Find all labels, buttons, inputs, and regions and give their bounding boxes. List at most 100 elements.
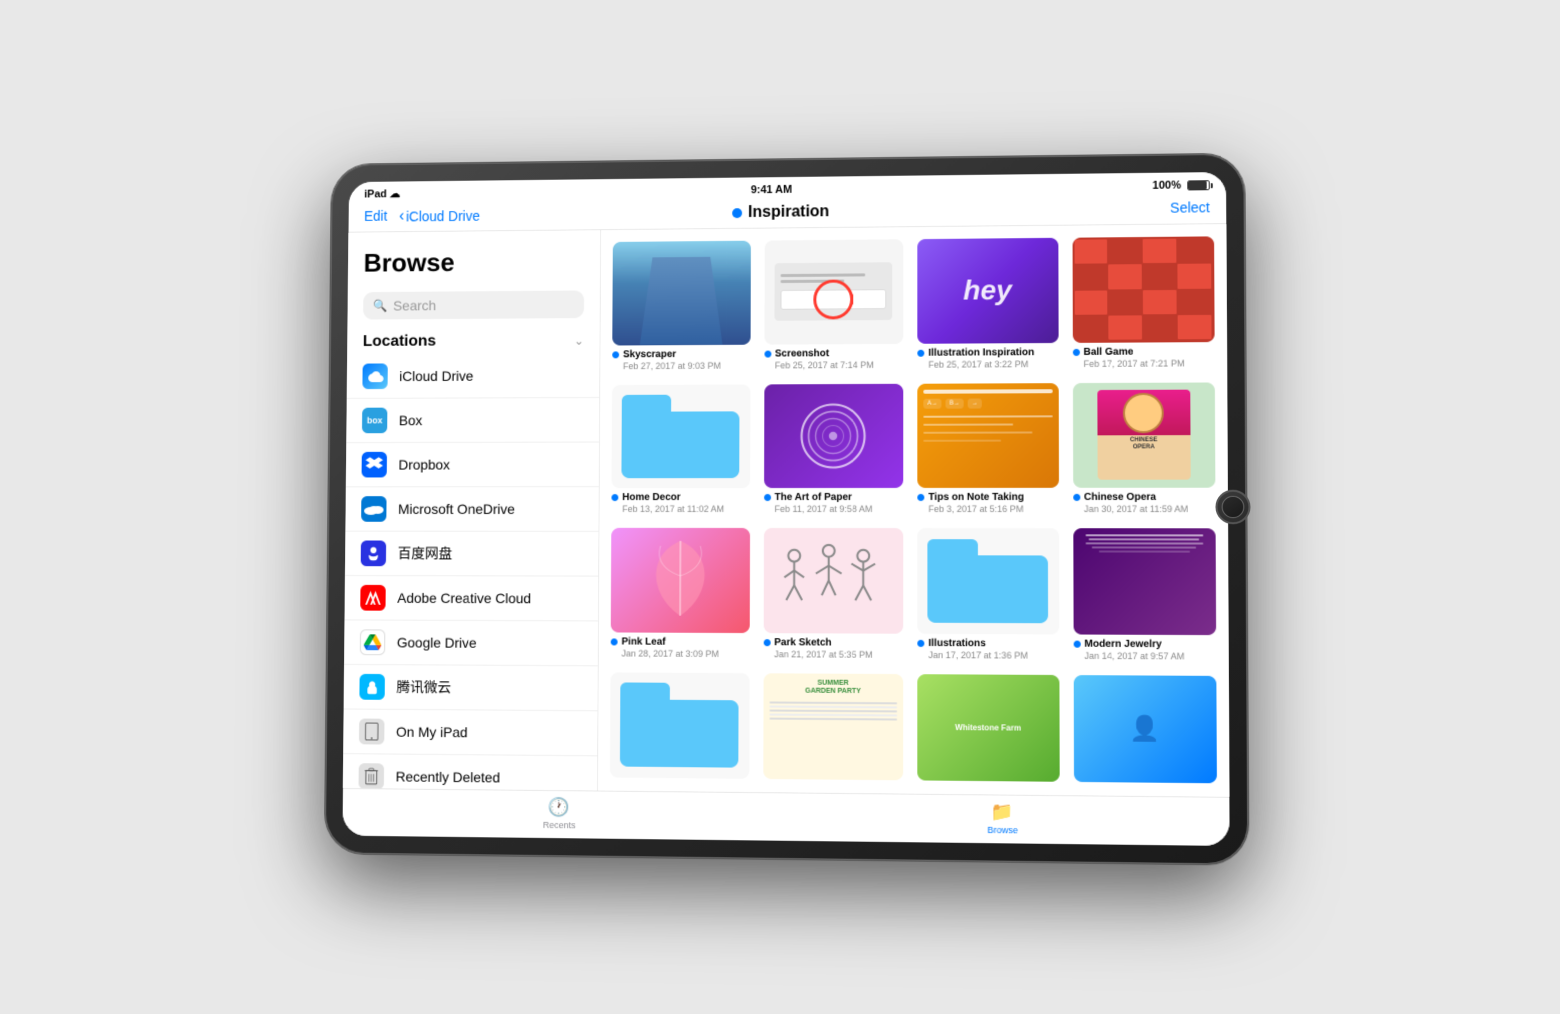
file-thumb-whitestone: Whitestone Farm: [917, 674, 1059, 781]
nav-left: Edit ‹ iCloud Drive: [364, 207, 480, 226]
file-dot: [763, 639, 770, 646]
sidebar-item-adobe[interactable]: Adobe Creative Cloud: [345, 576, 599, 621]
file-name: Modern Jewelry: [1084, 638, 1161, 650]
file-thumb-pinkleaf: [611, 528, 750, 633]
file-dot: [611, 494, 618, 501]
locations-header: Locations ⌄: [347, 324, 599, 355]
file-thumb-illustration: hey: [917, 238, 1058, 344]
file-thumb-skyscraper: [612, 241, 750, 345]
file-date: Feb 13, 2017 at 11:02 AM: [611, 504, 724, 514]
sidebar-box-label: Box: [399, 412, 423, 428]
file-thumb-chineseopera: CHINESEOPERA: [1072, 382, 1215, 488]
file-date: Feb 17, 2017 at 7:21 PM: [1072, 358, 1184, 369]
file-date: Feb 25, 2017 at 3:22 PM: [917, 359, 1028, 370]
tab-browse[interactable]: 📁 Browse: [779, 799, 1229, 837]
sidebar: Browse 🔍 Search Locations ⌄ iCloud Driv: [343, 230, 601, 790]
file-dot: [611, 638, 618, 645]
file-grid: Skyscraper Feb 27, 2017 at 9:03 PM: [610, 236, 1217, 788]
file-item-illustrations[interactable]: Illustrations Jan 17, 2017 at 1:36 PM: [917, 528, 1059, 660]
file-name: Chinese Opera: [1084, 492, 1156, 503]
file-date: Jan 28, 2017 at 3:09 PM: [611, 648, 719, 659]
sidebar-item-gdrive[interactable]: Google Drive: [344, 620, 598, 666]
file-dot: [917, 494, 924, 501]
search-bar[interactable]: 🔍 Search: [363, 290, 584, 319]
file-date: Feb 25, 2017 at 7:14 PM: [764, 360, 874, 371]
sidebar-item-icloud[interactable]: iCloud Drive: [347, 353, 600, 398]
sidebar-tencent-label: 腾讯微云: [396, 677, 451, 697]
status-time: 9:41 AM: [751, 183, 792, 195]
file-thumb-homedecor: [612, 384, 750, 488]
file-item-chineseopera[interactable]: CHINESEOPERA Chinese Opera Jan 30, 2017 …: [1072, 382, 1215, 514]
recents-icon: 🕐: [548, 797, 570, 818]
file-name: Park Sketch: [774, 637, 831, 648]
tab-recents[interactable]: 🕐 Recents: [343, 795, 780, 833]
home-button[interactable]: [1215, 490, 1250, 525]
status-right: 100%: [1152, 179, 1209, 192]
file-item-tips[interactable]: A→ B→ → T: [917, 383, 1058, 515]
file-dot: [612, 351, 619, 358]
file-thumb-ballgame: [1072, 236, 1215, 342]
file-item-whitestone[interactable]: Whitestone Farm: [917, 674, 1059, 786]
file-item-illustration[interactable]: hey Illustration Inspiration Feb 25, 201…: [917, 238, 1058, 370]
file-dot: [764, 494, 771, 501]
file-item-screenshot[interactable]: Screenshot Feb 25, 2017 at 7:14 PM: [764, 239, 903, 370]
ipad-screen: iPad ☁ 9:41 AM 100% Edit ‹ iCloud Drive: [342, 172, 1229, 846]
sidebar-gdrive-label: Google Drive: [397, 634, 477, 650]
sidebar-item-baidu[interactable]: 百度网盘: [345, 532, 598, 577]
back-chevron: ‹: [399, 208, 404, 226]
nav-right: Select: [1088, 199, 1210, 218]
edit-button[interactable]: Edit: [364, 208, 387, 226]
locations-label: Locations: [363, 333, 436, 351]
file-dot: [764, 350, 771, 357]
tencent-icon: [359, 674, 385, 700]
sidebar-dropbox-label: Dropbox: [398, 457, 450, 473]
file-item-pinkleaf[interactable]: Pink Leaf Jan 28, 2017 at 3:09 PM: [611, 528, 750, 659]
adobe-icon: [360, 585, 385, 611]
file-item-parksketch[interactable]: Park Sketch Jan 21, 2017 at 5:35 PM: [763, 528, 903, 660]
file-name: The Art of Paper: [775, 492, 852, 503]
select-button[interactable]: Select: [1170, 199, 1210, 215]
sidebar-baidu-label: 百度网盘: [398, 544, 453, 564]
back-label: iCloud Drive: [406, 208, 480, 224]
ipad-label: iPad ☁: [364, 187, 400, 200]
sidebar-item-tencent[interactable]: 腾讯微云: [344, 665, 598, 711]
box-icon: box: [362, 408, 387, 434]
file-item-ballgame[interactable]: Ball Game Feb 17, 2017 at 7:21 PM: [1072, 236, 1215, 368]
file-dot: [917, 349, 924, 356]
sidebar-item-ipad[interactable]: On My iPad: [343, 709, 597, 756]
file-item-skyscraper[interactable]: Skyscraper Feb 27, 2017 at 9:03 PM: [612, 241, 750, 371]
search-placeholder: Search: [393, 297, 436, 313]
file-thumb-folder-unnamed: [610, 672, 749, 778]
file-dot: [1073, 640, 1080, 647]
file-name: Screenshot: [775, 348, 829, 359]
battery-fill: [1188, 181, 1206, 189]
tab-bar: 🕐 Recents 📁 Browse: [342, 788, 1229, 846]
sidebar-item-trash[interactable]: Recently Deleted: [343, 754, 597, 790]
sidebar-item-dropbox[interactable]: Dropbox: [346, 443, 599, 488]
file-date: Jan 30, 2017 at 11:59 AM: [1073, 504, 1188, 514]
file-name: Illustration Inspiration: [928, 347, 1034, 359]
file-date: Jan 14, 2017 at 9:57 AM: [1073, 651, 1184, 662]
file-name: Ball Game: [1084, 346, 1134, 357]
nav-title: Inspiration: [748, 203, 829, 222]
file-item-modernjewelry[interactable]: Modern Jewelry Jan 14, 2017 at 9:57 AM: [1073, 528, 1216, 661]
sidebar-item-onedrive[interactable]: Microsoft OneDrive: [346, 487, 599, 532]
file-date: Feb 11, 2017 at 9:58 AM: [764, 504, 873, 514]
file-thumb-modernjewelry: [1073, 528, 1216, 635]
ipad-device-icon: [359, 719, 385, 745]
file-thumb-parksketch: [763, 528, 903, 633]
file-name: Pink Leaf: [622, 636, 666, 647]
file-dot: [1073, 494, 1080, 501]
sidebar-title: Browse: [348, 230, 600, 286]
sidebar-item-box[interactable]: box Box: [346, 398, 599, 443]
sidebar-ipad-label: On My iPad: [396, 724, 468, 740]
file-item-folder-unnamed[interactable]: [610, 672, 749, 783]
file-name: Home Decor: [622, 492, 680, 503]
battery-icon: [1187, 180, 1210, 190]
file-thumb-illustrations: [917, 528, 1059, 634]
file-item-summergarden[interactable]: SUMMERGARDEN PARTY: [763, 673, 903, 785]
back-button[interactable]: ‹ iCloud Drive: [399, 207, 480, 225]
file-item-blueperson[interactable]: 👤: [1073, 675, 1217, 788]
file-item-homedecor[interactable]: Home Decor Feb 13, 2017 at 11:02 AM: [611, 384, 750, 514]
file-item-artofpaper[interactable]: The Art of Paper Feb 11, 2017 at 9:58 AM: [764, 383, 904, 514]
